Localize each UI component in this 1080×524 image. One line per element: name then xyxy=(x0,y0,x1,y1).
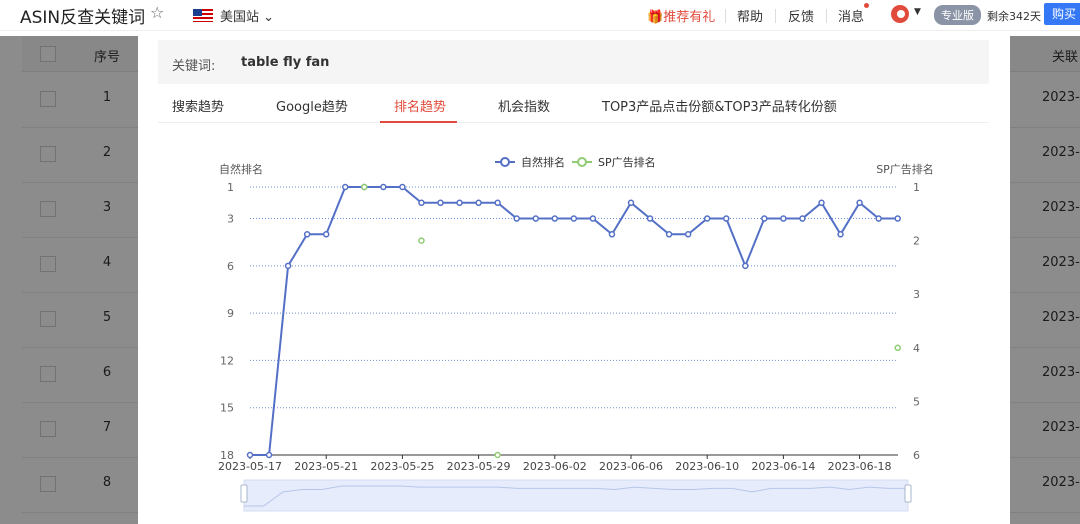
site-label: 美国站 xyxy=(220,10,260,25)
right-tick-label: 4 xyxy=(913,342,920,355)
divider xyxy=(725,9,726,23)
organic-rank-point xyxy=(589,215,597,222)
organic-rank-point xyxy=(322,231,330,238)
organic-rank-point xyxy=(399,183,406,191)
recommend-label: 推荐有礼 xyxy=(663,10,716,25)
site-selector[interactable]: 美国站 ⌄ xyxy=(220,6,274,25)
gift-icon: 🎁 xyxy=(647,10,664,25)
remaining-days: 剩余342天 xyxy=(987,10,1041,23)
organic-rank-point xyxy=(494,199,501,207)
right-tick-label: 6 xyxy=(913,449,920,462)
divider xyxy=(826,9,827,23)
organic-rank-point xyxy=(780,215,787,222)
organic-rank-point xyxy=(513,215,520,222)
left-tick-label: 3 xyxy=(227,213,234,226)
rank-trend-chart: 1369121518123456自然排名 SP广告排名2023-05-17 2023… xyxy=(218,155,934,512)
organic-rank-point xyxy=(684,231,692,238)
organic-rank-point xyxy=(723,215,730,222)
feedback-link[interactable]: 反馈 xyxy=(788,6,814,25)
sp-rank-point xyxy=(361,183,368,191)
help-link[interactable]: 帮助 xyxy=(737,6,763,25)
unread-dot xyxy=(864,3,869,8)
plan-badge: 专业版 xyxy=(934,5,981,25)
messages-link[interactable]: 消息 xyxy=(838,6,864,25)
divider xyxy=(775,9,776,23)
organic-rank-point xyxy=(380,183,387,191)
left-tick-label: 15 xyxy=(220,402,234,415)
organic-rank-point xyxy=(418,199,425,207)
organic-rank-point xyxy=(475,199,482,207)
x-tick-label: 2023-06-18 xyxy=(828,460,892,473)
us-flag-icon xyxy=(193,9,213,22)
right-tick-label: 5 xyxy=(913,395,920,408)
organic-rank-point xyxy=(875,215,882,222)
organic-rank-point xyxy=(665,231,673,238)
organic-rank-point xyxy=(303,231,311,238)
caret-down-icon[interactable]: ▼ xyxy=(914,7,921,17)
sp-rank-point xyxy=(894,344,901,352)
recommend-link[interactable]: 🎁推荐有礼 xyxy=(647,6,715,25)
organic-rank-point xyxy=(342,183,349,191)
star-icon[interactable]: ☆ xyxy=(150,3,164,22)
legend-sp-marker xyxy=(577,157,587,167)
organic-rank-point xyxy=(856,199,863,207)
legend-organic-label: 自然排名 xyxy=(521,155,565,169)
x-tick-label: 2023-05-17 xyxy=(218,460,282,473)
keyword-trend-modal: 关键词: table fly fan 搜索趋势 Google趋势 排名趋势 机会… xyxy=(138,36,1010,524)
organic-rank-point xyxy=(284,262,292,270)
x-tick-label: 2023-05-29 xyxy=(447,460,511,473)
organic-rank-point xyxy=(742,262,749,270)
zoom-handle-right[interactable] xyxy=(904,484,912,503)
zoom-handle-left[interactable] xyxy=(240,484,248,503)
right-tick-label: 3 xyxy=(913,288,920,301)
organic-rank-point xyxy=(265,451,273,459)
organic-rank-point xyxy=(646,215,654,222)
sp-rank-point xyxy=(418,237,425,244)
legend-organic-marker xyxy=(500,157,510,167)
organic-rank-point xyxy=(437,199,444,207)
x-tick-label: 2023-05-25 xyxy=(370,460,434,473)
organic-rank-point xyxy=(837,231,844,238)
sp-rank-point xyxy=(494,451,501,459)
x-tick-label: 2023-06-02 xyxy=(523,460,587,473)
right-axis-title: SP广告排名 xyxy=(876,162,934,176)
zoom-slider-track xyxy=(243,479,909,512)
organic-rank-point xyxy=(818,199,825,207)
buy-button[interactable]: 购买 xyxy=(1044,3,1080,25)
x-tick-label: 2023-06-10 xyxy=(675,460,739,473)
organic-rank-point xyxy=(703,215,711,222)
organic-rank-point xyxy=(894,215,901,222)
chevron-down-icon: ⌄ xyxy=(263,10,275,25)
organic-rank-line xyxy=(250,186,898,456)
organic-rank-point xyxy=(570,215,578,222)
organic-rank-point xyxy=(799,215,806,222)
left-tick-label: 6 xyxy=(227,260,234,273)
organic-rank-point xyxy=(532,215,539,222)
x-tick-label: 2023-06-14 xyxy=(751,460,815,473)
organic-rank-point xyxy=(551,215,559,222)
left-tick-label: 9 xyxy=(227,307,234,320)
organic-rank-point xyxy=(761,215,768,222)
page-title: ASIN反查关键词 xyxy=(20,8,146,28)
left-tick-label: 12 xyxy=(220,354,234,367)
organic-rank-point xyxy=(608,231,616,238)
x-tick-label: 2023-05-21 xyxy=(294,460,358,473)
left-tick-label: 1 xyxy=(227,181,234,194)
top-bar: ASIN反查关键词 ☆ 美国站 ⌄ 🎁推荐有礼 帮助 反馈 消息 ▼ 专业版 剩… xyxy=(0,0,1080,31)
right-tick-label: 2 xyxy=(913,235,920,248)
x-tick-label: 2023-06-06 xyxy=(599,460,663,473)
right-tick-label: 1 xyxy=(913,181,920,194)
legend-sp-label: SP广告排名 xyxy=(598,155,656,169)
avatar[interactable] xyxy=(891,5,909,23)
left-axis-title: 自然排名 xyxy=(219,162,263,176)
organic-rank-point xyxy=(456,199,463,207)
organic-rank-point xyxy=(246,451,254,459)
organic-rank-point xyxy=(627,199,635,207)
